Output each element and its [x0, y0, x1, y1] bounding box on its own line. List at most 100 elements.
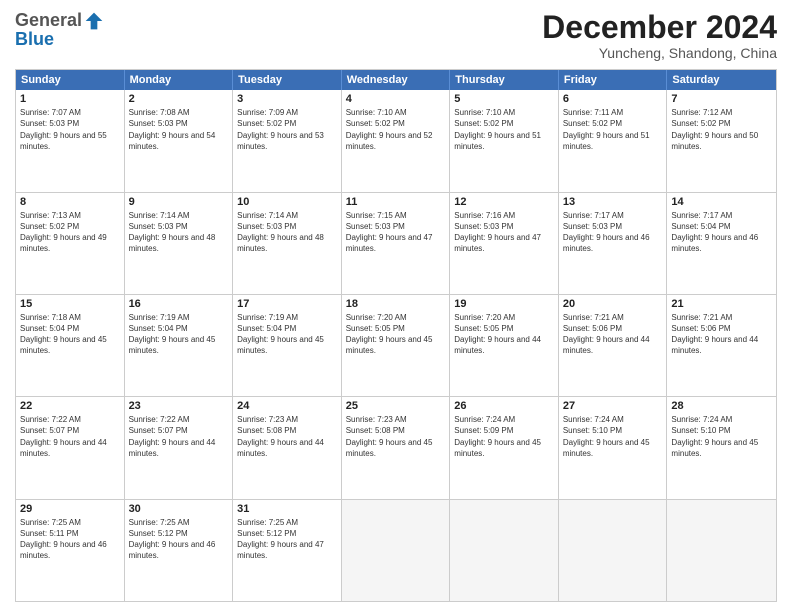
cell-info: Sunrise: 7:25 AMSunset: 5:11 PMDaylight:…: [20, 517, 120, 562]
cell-info: Sunrise: 7:11 AMSunset: 5:02 PMDaylight:…: [563, 107, 663, 152]
day-number: 11: [346, 196, 446, 208]
calendar-cell: [342, 500, 451, 601]
cell-info: Sunrise: 7:20 AMSunset: 5:05 PMDaylight:…: [454, 312, 554, 357]
calendar-cell: 21Sunrise: 7:21 AMSunset: 5:06 PMDayligh…: [667, 295, 776, 396]
header-day-thursday: Thursday: [450, 70, 559, 90]
calendar-cell: 16 Sunrise: 7:19 AMSunset: 5:04 PMDayligh…: [125, 295, 234, 396]
day-number: 10: [237, 196, 337, 208]
calendar-cell: 10 Sunrise: 7:14 AMSunset: 5:03 PMDayligh…: [233, 193, 342, 294]
calendar-cell: 12 Sunrise: 7:16 AMSunset: 5:03 PMDayligh…: [450, 193, 559, 294]
day-number: 24: [237, 400, 337, 412]
day-number: 6: [563, 93, 663, 105]
calendar-cell: 1Sunrise: 7:07 AMSunset: 5:03 PMDaylight…: [16, 90, 125, 191]
day-number: 3: [237, 93, 337, 105]
day-number: 21: [671, 298, 772, 310]
day-number: 13: [563, 196, 663, 208]
header-day-saturday: Saturday: [667, 70, 776, 90]
calendar-cell: [450, 500, 559, 601]
calendar-cell: 2 Sunrise: 7:08 AMSunset: 5:03 PMDaylight…: [125, 90, 234, 191]
day-number: 2: [129, 93, 229, 105]
day-number: 28: [671, 400, 772, 412]
cell-info: Sunrise: 7:14 AMSunset: 5:03 PMDaylight:…: [237, 210, 337, 255]
header-day-tuesday: Tuesday: [233, 70, 342, 90]
cell-info: Sunrise: 7:24 AMSunset: 5:10 PMDaylight:…: [563, 414, 663, 459]
logo: General Blue: [15, 10, 104, 50]
cell-info: Sunrise: 7:22 AMSunset: 5:07 PMDaylight:…: [20, 414, 120, 459]
calendar-cell: 15 Sunrise: 7:18 AMSunset: 5:04 PMDayligh…: [16, 295, 125, 396]
calendar-cell: 28 Sunrise: 7:24 AMSunset: 5:10 PMDayligh…: [667, 397, 776, 498]
cell-info: Sunrise: 7:17 AMSunset: 5:03 PMDaylight:…: [563, 210, 663, 255]
day-number: 15: [20, 298, 120, 310]
calendar-cell: 26 Sunrise: 7:24 AMSunset: 5:09 PMDayligh…: [450, 397, 559, 498]
cell-info: Sunrise: 7:08 AMSunset: 5:03 PMDaylight:…: [129, 107, 229, 152]
logo-icon: [84, 11, 104, 31]
cell-info: Sunrise: 7:13 AMSunset: 5:02 PMDaylight:…: [20, 210, 120, 255]
day-number: 16: [129, 298, 229, 310]
calendar-cell: 6 Sunrise: 7:11 AMSunset: 5:02 PMDaylight…: [559, 90, 668, 191]
day-number: 27: [563, 400, 663, 412]
day-number: 7: [671, 93, 772, 105]
cell-info: Sunrise: 7:10 AMSunset: 5:02 PMDaylight:…: [346, 107, 446, 152]
location: Yuncheng, Shandong, China: [542, 45, 777, 61]
calendar: SundayMondayTuesdayWednesdayThursdayFrid…: [15, 69, 777, 602]
calendar-cell: [667, 500, 776, 601]
day-number: 12: [454, 196, 554, 208]
calendar-row: 15 Sunrise: 7:18 AMSunset: 5:04 PMDayligh…: [16, 294, 776, 396]
calendar-cell: 24Sunrise: 7:23 AMSunset: 5:08 PMDayligh…: [233, 397, 342, 498]
calendar-cell: 18 Sunrise: 7:20 AMSunset: 5:05 PMDayligh…: [342, 295, 451, 396]
cell-info: Sunrise: 7:24 AMSunset: 5:10 PMDaylight:…: [671, 414, 772, 459]
calendar-cell: 23Sunrise: 7:22 AMSunset: 5:07 PMDayligh…: [125, 397, 234, 498]
calendar-cell: 14Sunrise: 7:17 AMSunset: 5:04 PMDayligh…: [667, 193, 776, 294]
day-number: 25: [346, 400, 446, 412]
cell-info: Sunrise: 7:25 AMSunset: 5:12 PMDaylight:…: [129, 517, 229, 562]
cell-info: Sunrise: 7:25 AMSunset: 5:12 PMDaylight:…: [237, 517, 337, 562]
day-number: 17: [237, 298, 337, 310]
header-day-sunday: Sunday: [16, 70, 125, 90]
calendar-cell: 27 Sunrise: 7:24 AMSunset: 5:10 PMDayligh…: [559, 397, 668, 498]
cell-info: Sunrise: 7:23 AMSunset: 5:08 PMDaylight:…: [346, 414, 446, 459]
calendar-cell: 25 Sunrise: 7:23 AMSunset: 5:08 PMDayligh…: [342, 397, 451, 498]
calendar-row: 29Sunrise: 7:25 AMSunset: 5:11 PMDayligh…: [16, 499, 776, 601]
cell-info: Sunrise: 7:07 AMSunset: 5:03 PMDaylight:…: [20, 107, 120, 152]
cell-info: Sunrise: 7:18 AMSunset: 5:04 PMDaylight:…: [20, 312, 120, 357]
day-number: 8: [20, 196, 120, 208]
calendar-body: 1Sunrise: 7:07 AMSunset: 5:03 PMDaylight…: [16, 90, 776, 601]
cell-info: Sunrise: 7:15 AMSunset: 5:03 PMDaylight:…: [346, 210, 446, 255]
day-number: 31: [237, 503, 337, 515]
calendar-cell: 31 Sunrise: 7:25 AMSunset: 5:12 PMDayligh…: [233, 500, 342, 601]
header-day-monday: Monday: [125, 70, 234, 90]
calendar-cell: 13 Sunrise: 7:17 AMSunset: 5:03 PMDayligh…: [559, 193, 668, 294]
calendar-cell: 5Sunrise: 7:10 AMSunset: 5:02 PMDaylight…: [450, 90, 559, 191]
calendar-cell: 22Sunrise: 7:22 AMSunset: 5:07 PMDayligh…: [16, 397, 125, 498]
calendar-cell: 8 Sunrise: 7:13 AMSunset: 5:02 PMDaylight…: [16, 193, 125, 294]
day-number: 19: [454, 298, 554, 310]
calendar-row: 1Sunrise: 7:07 AMSunset: 5:03 PMDaylight…: [16, 90, 776, 191]
cell-info: Sunrise: 7:21 AMSunset: 5:06 PMDaylight:…: [563, 312, 663, 357]
calendar-cell: 19 Sunrise: 7:20 AMSunset: 5:05 PMDayligh…: [450, 295, 559, 396]
header-day-friday: Friday: [559, 70, 668, 90]
header-day-wednesday: Wednesday: [342, 70, 451, 90]
day-number: 23: [129, 400, 229, 412]
day-number: 9: [129, 196, 229, 208]
calendar-cell: 30 Sunrise: 7:25 AMSunset: 5:12 PMDayligh…: [125, 500, 234, 601]
day-number: 26: [454, 400, 554, 412]
cell-info: Sunrise: 7:20 AMSunset: 5:05 PMDaylight:…: [346, 312, 446, 357]
day-number: 14: [671, 196, 772, 208]
cell-info: Sunrise: 7:12 AMSunset: 5:02 PMDaylight:…: [671, 107, 772, 152]
title-section: December 2024 Yuncheng, Shandong, China: [542, 10, 777, 61]
calendar-cell: 20Sunrise: 7:21 AMSunset: 5:06 PMDayligh…: [559, 295, 668, 396]
cell-info: Sunrise: 7:14 AMSunset: 5:03 PMDaylight:…: [129, 210, 229, 255]
cell-info: Sunrise: 7:09 AMSunset: 5:02 PMDaylight:…: [237, 107, 337, 152]
logo-blue: Blue: [15, 29, 54, 50]
cell-info: Sunrise: 7:19 AMSunset: 5:04 PMDaylight:…: [129, 312, 229, 357]
calendar-cell: 4Sunrise: 7:10 AMSunset: 5:02 PMDaylight…: [342, 90, 451, 191]
cell-info: Sunrise: 7:24 AMSunset: 5:09 PMDaylight:…: [454, 414, 554, 459]
logo-text: General: [15, 10, 104, 31]
calendar-cell: [559, 500, 668, 601]
day-number: 30: [129, 503, 229, 515]
cell-info: Sunrise: 7:16 AMSunset: 5:03 PMDaylight:…: [454, 210, 554, 255]
day-number: 18: [346, 298, 446, 310]
page-header: General Blue December 2024 Yuncheng, Sha…: [15, 10, 777, 61]
calendar-row: 8 Sunrise: 7:13 AMSunset: 5:02 PMDaylight…: [16, 192, 776, 294]
logo-general: General: [15, 10, 82, 31]
